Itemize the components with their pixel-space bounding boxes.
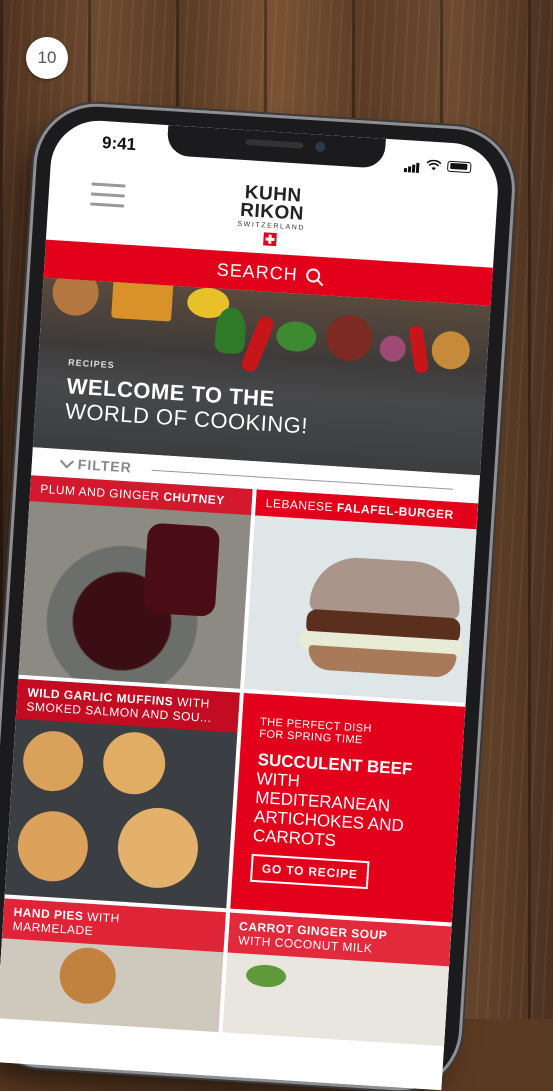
spice-decoration xyxy=(111,277,174,322)
recipe-card-chutney[interactable]: PLUM AND GINGER CHUTNEY xyxy=(18,475,253,689)
kuhn-rikon-logo[interactable]: KUHN RIKON SWITZERLAND xyxy=(236,182,307,248)
phone-mockup: 9:41 KUHN RIKON SWITZERLAND SEARCH RECIP… xyxy=(0,103,516,1091)
muffin-image xyxy=(115,805,201,891)
recipe-card-hand-pies[interactable]: HAND PIES WITH MARMELADE xyxy=(0,898,227,1033)
soup-garnish xyxy=(245,963,287,989)
hero-tag: RECIPES xyxy=(67,357,115,371)
go-to-recipe-button[interactable]: GO TO RECIPE xyxy=(249,853,370,890)
muffin-image xyxy=(15,809,90,884)
recipe-card-wild-garlic-muffins[interactable]: WILD GARLIC MUFFINS WITH SMOKED SALMON A… xyxy=(4,678,240,909)
promo-subtitle: THE PERFECT DISH FOR SPRING TIME xyxy=(258,716,373,747)
status-icons xyxy=(403,154,472,176)
wifi-icon xyxy=(426,159,442,170)
hamburger-menu-icon[interactable] xyxy=(90,182,126,210)
signal-icon xyxy=(403,154,421,173)
recipe-grid: PLUM AND GINGER CHUTNEY LEBANESE FALAFEL… xyxy=(0,475,479,1091)
spice-decoration xyxy=(430,330,471,371)
phone-frame: 9:41 KUHN RIKON SWITZERLAND SEARCH RECIP… xyxy=(0,103,516,1091)
filter-toggle[interactable]: FILTER xyxy=(77,456,132,475)
status-time: 9:41 xyxy=(101,133,137,155)
spice-decoration xyxy=(275,320,318,353)
recipe-card-title: WILD GARLIC MUFFINS WITH SMOKED SALMON A… xyxy=(15,678,240,733)
spice-decoration xyxy=(408,324,430,375)
spice-decoration xyxy=(378,334,407,363)
muffin-image xyxy=(101,730,168,797)
promo-title: SUCCULENT BEEF WITH MEDITERANEAN ARTICHO… xyxy=(252,750,413,851)
search-label: SEARCH xyxy=(216,258,299,285)
hand-pie-image xyxy=(58,946,118,1006)
phone-screen: 9:41 KUHN RIKON SWITZERLAND SEARCH RECIP… xyxy=(0,117,501,1091)
battery-icon xyxy=(446,160,472,173)
spice-decoration xyxy=(51,277,101,318)
recipe-card-title: CARROT GINGER SOUP WITH COCONUT MILK xyxy=(227,912,452,967)
spice-decoration xyxy=(324,313,374,363)
search-icon xyxy=(305,268,321,283)
page-number-badge: 10 xyxy=(26,37,68,79)
recipe-card-falafel-burger[interactable]: LEBANESE FALAFEL-BURGER xyxy=(244,489,479,703)
chevron-down-icon[interactable] xyxy=(59,454,75,469)
speaker-grille xyxy=(245,139,304,149)
promo-card-succulent-beef: THE PERFECT DISH FOR SPRING TIME SUCCULE… xyxy=(230,692,466,923)
muffin-image xyxy=(21,729,85,793)
jam-jar-image xyxy=(142,522,221,618)
recipe-card-title: HAND PIES WITH MARMELADE xyxy=(1,898,227,953)
recipe-card-carrot-ginger-soup[interactable]: CARROT GINGER SOUP WITH COCONUT MILK xyxy=(222,912,452,1047)
swiss-flag-icon xyxy=(263,232,278,247)
hero-banner: RECIPES WELCOME TO THE WORLD OF COOKING! xyxy=(32,277,491,476)
front-camera xyxy=(314,141,326,153)
